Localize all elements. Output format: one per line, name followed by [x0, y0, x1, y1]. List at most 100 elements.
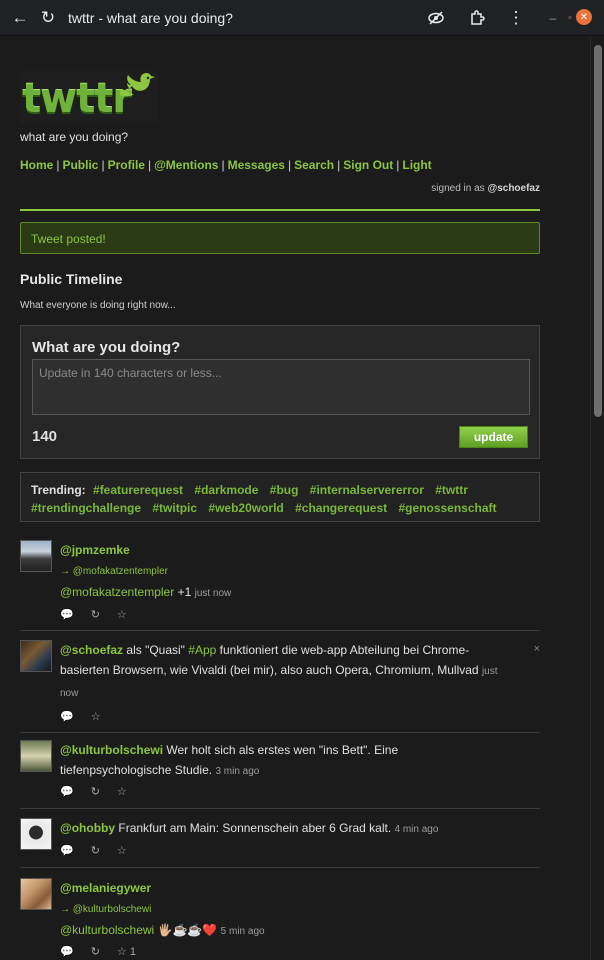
tweet-item: @jpmzemke → @mofakatzentempler @mofakatz… — [20, 540, 540, 632]
tweet-text: Frankfurt am Main: Sonnenschein aber 6 G… — [115, 821, 395, 835]
tweet-divider — [20, 732, 540, 733]
trending-tag[interactable]: #twitpic — [152, 501, 197, 515]
trending-tag[interactable]: #genossenschaft — [398, 501, 496, 515]
delete-tweet-icon[interactable]: × — [534, 643, 540, 655]
favorite-icon[interactable]: ☆ — [91, 710, 101, 723]
in-reply-to-link[interactable]: → @mofakatzentempler — [60, 566, 168, 577]
avatar[interactable] — [20, 540, 52, 572]
reply-icon[interactable]: 💬 — [60, 608, 74, 621]
tweet-username[interactable]: @ohobby — [60, 821, 115, 835]
tweet-text: 🖐🏼☕☕❤️ — [154, 923, 221, 937]
scrollbar[interactable] — [590, 37, 604, 960]
tweet-body: @melaniegywer → @kulturbolschewi @kultur… — [60, 878, 540, 942]
signed-in-user: @schoefaz — [487, 183, 540, 194]
page-subtitle: What everyone is doing right now... — [20, 300, 176, 311]
trending-tag[interactable]: #twttr — [435, 483, 468, 497]
tweet-text: +1 — [174, 585, 195, 599]
reply-icon[interactable]: 💬 — [60, 844, 74, 857]
kebab-menu-icon[interactable]: ⋮ — [505, 7, 527, 29]
trending-tag[interactable]: #trendingchallenge — [31, 501, 141, 515]
nav-home[interactable]: Home — [20, 158, 53, 172]
tweet-hashtag[interactable]: #App — [188, 643, 216, 657]
tweet-time[interactable]: 4 min ago — [395, 824, 439, 835]
compose-box: What are you doing? 140 update — [20, 325, 540, 459]
tagline: what are you doing? — [20, 130, 129, 144]
trending-tag[interactable]: #featurerequest — [93, 483, 183, 497]
tweet-item: @melaniegywer → @kulturbolschewi @kultur… — [20, 878, 540, 960]
reply-icon[interactable]: 💬 — [60, 945, 74, 958]
favorite-icon[interactable]: ☆ — [117, 785, 127, 798]
scrollbar-thumb[interactable] — [594, 45, 602, 417]
signed-in-status: signed in as @schoefaz — [431, 183, 540, 194]
nav-search[interactable]: Search — [294, 158, 334, 172]
retweet-icon[interactable]: ↻ — [91, 785, 100, 798]
tweet-body: @kulturbolschewi Wer holt sich als erste… — [60, 740, 440, 782]
trending-tag[interactable]: #internalservererror — [310, 483, 424, 497]
nav-light[interactable]: Light — [402, 158, 431, 172]
back-icon[interactable]: ← — [9, 7, 31, 29]
update-button[interactable]: update — [459, 426, 528, 448]
in-reply-to-link[interactable]: → @kulturbolschewi — [60, 904, 151, 915]
tweet-time[interactable]: just now — [195, 588, 232, 599]
tweet-actions: 💬 ↻ ☆ 1 — [60, 945, 136, 958]
nav-profile[interactable]: Profile — [108, 158, 145, 172]
trending-box: Trending: #featurerequest #darkmode #bug… — [20, 472, 540, 522]
flash-message: Tweet posted! — [20, 222, 540, 254]
favorite-icon[interactable]: ☆ — [117, 844, 127, 857]
avatar[interactable] — [20, 878, 52, 910]
extensions-icon[interactable] — [466, 7, 488, 29]
twttr-logo[interactable]: twttr — [20, 71, 158, 123]
compose-question: What are you doing? — [32, 339, 181, 356]
header-divider — [20, 209, 540, 211]
avatar[interactable] — [20, 740, 52, 772]
tweet-item: @schoefaz als "Quasi" #App funktioniert … — [20, 640, 540, 734]
tab-title: twttr - what are you doing? — [68, 10, 233, 26]
favorite-icon[interactable]: ☆ 1 — [117, 945, 136, 958]
reply-icon[interactable]: 💬 — [60, 785, 74, 798]
nav-public[interactable]: Public — [62, 158, 98, 172]
tweet-time[interactable]: 3 min ago — [215, 766, 259, 777]
retweet-icon[interactable]: ↻ — [91, 608, 100, 621]
trending-tag[interactable]: #changerequest — [295, 501, 387, 515]
tweet-actions: 💬 ☆ — [60, 710, 101, 723]
nav-messages[interactable]: Messages — [228, 158, 285, 172]
trending-tag[interactable]: #bug — [270, 483, 299, 497]
char-counter: 140 — [32, 428, 58, 445]
tweet-divider — [20, 867, 540, 868]
browser-toolbar: ← ↻ twttr - what are you doing? ⋮ – ◦ ✕ — [0, 0, 604, 36]
avatar[interactable] — [20, 818, 52, 850]
tweet-username[interactable]: @melaniegywer — [60, 881, 151, 895]
eye-off-icon[interactable] — [425, 7, 447, 29]
tweet-item: @ohobby Frankfurt am Main: Sonnenschein … — [20, 818, 540, 870]
close-icon[interactable]: ✕ — [576, 9, 592, 25]
tweet-username[interactable]: @jpmzemke — [60, 543, 130, 557]
tweet-mention[interactable]: @mofakatzentempler — [60, 585, 174, 599]
tweet-username[interactable]: @kulturbolschewi — [60, 743, 163, 757]
trending-tag[interactable]: #darkmode — [194, 483, 258, 497]
reload-icon[interactable]: ↻ — [37, 7, 59, 29]
logo-wordmark: twttr — [22, 76, 132, 122]
tweet-actions: 💬 ↻ ☆ — [60, 844, 127, 857]
nav-mentions[interactable]: @Mentions — [154, 158, 218, 172]
retweet-icon[interactable]: ↻ — [91, 844, 100, 857]
main-nav: Home | Public | Profile | @Mentions | Messages | S… — [20, 158, 432, 172]
tweet-body: @ohobby Frankfurt am Main: Sonnenschein … — [60, 818, 540, 840]
tweet-time[interactable]: 5 min ago — [221, 926, 265, 937]
retweet-icon[interactable]: ↻ — [91, 945, 100, 958]
bird-icon — [120, 72, 155, 97]
favorite-count: 1 — [129, 946, 136, 958]
tweet-actions: 💬 ↻ ☆ — [60, 785, 127, 798]
reply-icon[interactable]: 💬 — [60, 710, 74, 723]
avatar[interactable] — [20, 640, 52, 672]
trending-label: Trending: — [31, 483, 86, 497]
tweet-mention[interactable]: @kulturbolschewi — [60, 923, 154, 937]
tweet-username[interactable]: @schoefaz — [60, 643, 123, 657]
page-title: Public Timeline — [20, 271, 123, 287]
trending-tag[interactable]: #web20world — [208, 501, 283, 515]
status-input[interactable] — [32, 359, 530, 415]
tweet-body: @schoefaz als "Quasi" #App funktioniert … — [60, 640, 516, 704]
favorite-icon[interactable]: ☆ — [117, 608, 127, 621]
nav-sign-out[interactable]: Sign Out — [343, 158, 393, 172]
tweet-divider — [20, 808, 540, 809]
tweet-actions: 💬 ↻ ☆ — [60, 608, 127, 621]
